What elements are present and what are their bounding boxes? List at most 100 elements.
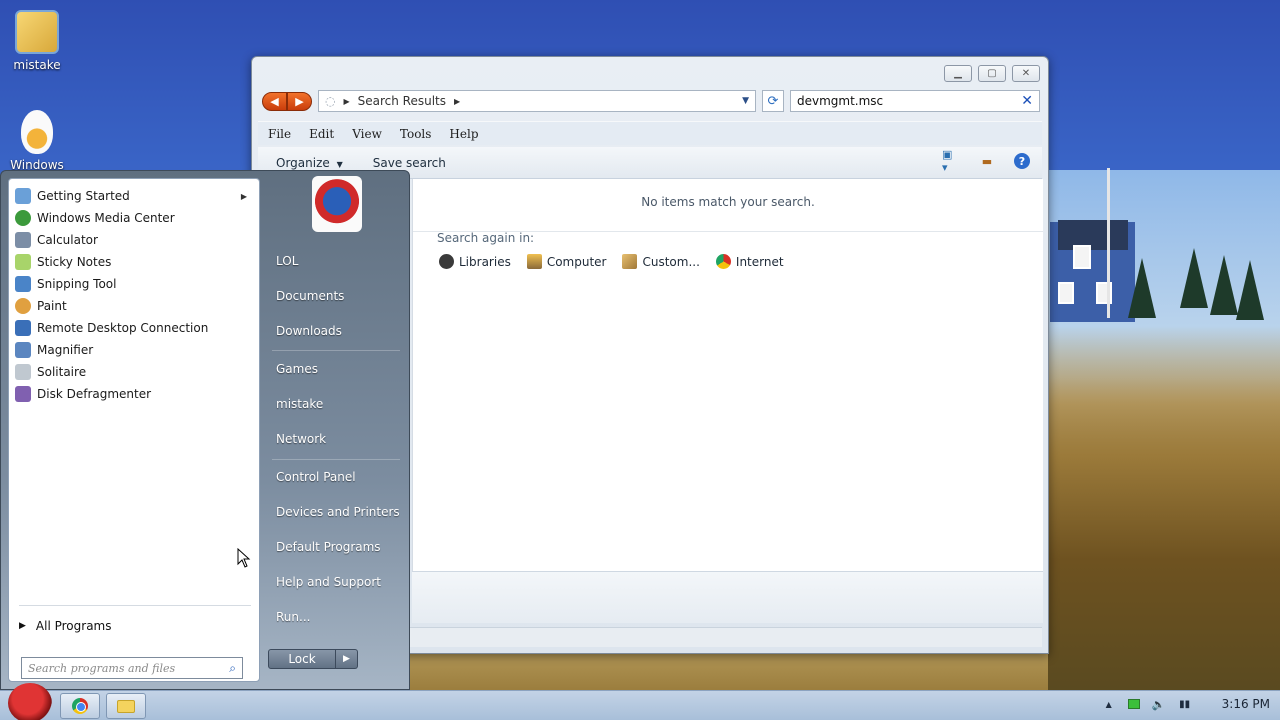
computer-icon [526,254,542,269]
desktop-icon-windows[interactable]: Windows [2,110,72,172]
media-center-icon [15,210,31,226]
toolbar-right: ▣ ▾ ▬ ? [942,148,1030,174]
egg-icon [21,110,53,154]
program-label: Paint [37,299,67,313]
program-disk-defragmenter[interactable]: Disk Defragmenter [11,383,257,405]
close-button[interactable]: ✕ [1012,65,1040,82]
start-link-devices-printers[interactable]: Devices and Printers [276,505,400,519]
change-view-icon[interactable]: ▣ ▾ [942,148,960,174]
menu-tools[interactable]: Tools [400,127,440,141]
preview-pane-icon[interactable]: ▬ [978,153,996,169]
taskbar: ▲ 🔈 ▮▮ 3:16 PM [0,683,1280,720]
search-icon[interactable]: ⌕ [229,661,236,676]
search-again-computer[interactable]: Computer [526,254,606,269]
start-link-default-programs[interactable]: Default Programs [276,540,381,554]
folder-icon [117,699,135,713]
minimize-button[interactable]: ▁ [944,65,972,82]
power-options-arrow-icon[interactable]: ▶ [336,649,358,669]
program-windows-media-center[interactable]: Windows Media Center [11,207,257,229]
organize-button[interactable]: Organize ▼ [276,156,343,170]
wallpaper-tree [1128,258,1156,318]
address-dropdown-icon[interactable]: ▼ [742,96,749,106]
user-folder-icon [15,10,59,54]
wallpaper-window [1073,245,1091,269]
show-hidden-icons-icon[interactable]: ▲ [1102,697,1116,711]
libraries-icon [439,254,454,269]
address-bar[interactable]: ◌ ▶ Search Results ▶ ▼ [318,90,756,112]
refresh-button[interactable]: ⟳ [762,90,784,112]
magnifier-icon [15,342,31,358]
search-again-internet[interactable]: Internet [715,254,784,269]
start-search-input[interactable]: Search programs and files ⌕ [21,657,243,679]
search-again-label: Custom... [642,254,700,269]
program-snipping-tool[interactable]: Snipping Tool [11,273,257,295]
breadcrumb-search-results[interactable]: Search Results [358,94,446,108]
program-label: Remote Desktop Connection [37,321,209,335]
start-link-downloads[interactable]: Downloads [276,324,342,338]
forward-button[interactable]: ▶ [287,91,312,111]
search-spinner-icon: ◌ [325,94,336,108]
organize-label: Organize [276,155,330,170]
start-link-games[interactable]: Games [276,362,318,376]
menu-bar: File Edit View Tools Help [258,121,1042,145]
start-button[interactable] [8,683,52,720]
menu-file[interactable]: File [268,127,299,141]
nav-arrows: ◀ ▶ [262,91,312,111]
start-link-help-support[interactable]: Help and Support [276,575,381,589]
program-label: Windows Media Center [37,211,175,225]
program-remote-desktop[interactable]: Remote Desktop Connection [11,317,257,339]
program-getting-started[interactable]: Getting Started ▶ [11,185,257,207]
program-label: Getting Started [37,189,130,203]
menu-view[interactable]: View [352,127,390,141]
divider [272,459,400,460]
search-again-libraries[interactable]: Libraries [439,254,511,269]
start-menu: Getting Started ▶ Windows Media Center C… [0,170,410,690]
taskbar-explorer-button[interactable] [106,693,146,719]
program-sticky-notes[interactable]: Sticky Notes [11,251,257,273]
program-magnifier[interactable]: Magnifier [11,339,257,361]
all-programs-button[interactable]: ▶ All Programs [19,619,112,633]
breadcrumb-arrow-icon[interactable]: ▶ [343,97,349,106]
battery-icon[interactable] [1127,699,1140,709]
calculator-icon [15,232,31,248]
start-link-control-panel[interactable]: Control Panel [276,470,356,484]
start-link-mistake[interactable]: mistake [276,397,323,411]
program-calculator[interactable]: Calculator [11,229,257,251]
start-menu-right-pane: LOL Documents Downloads Games mistake Ne… [262,170,410,690]
clock[interactable]: 3:16 PM [1222,697,1270,711]
help-icon[interactable]: ? [1014,153,1030,169]
program-solitaire[interactable]: Solitaire [11,361,257,383]
wallpaper-tree [1180,248,1208,308]
taskbar-chrome-button[interactable] [60,693,100,719]
network-icon[interactable]: ▮▮ [1178,697,1192,711]
search-again-custom[interactable]: Custom... [622,254,700,269]
user-picture[interactable] [312,176,362,232]
lock-button[interactable]: Lock [268,649,336,669]
start-link-run[interactable]: Run... [276,610,310,624]
program-paint[interactable]: Paint [11,295,257,317]
start-link-lol[interactable]: LOL [276,254,298,268]
search-value[interactable]: devmgmt.msc [797,94,1021,108]
power-button-group: Lock ▶ [268,649,358,669]
save-search-button[interactable]: Save search [373,156,446,170]
volume-icon[interactable]: 🔈 [1152,697,1166,711]
program-label: Magnifier [37,343,94,357]
menu-edit[interactable]: Edit [309,127,342,141]
sticky-notes-icon [15,254,31,270]
details-pane [412,571,1043,623]
search-input[interactable]: devmgmt.msc ✕ [790,90,1040,112]
clear-search-icon[interactable]: ✕ [1021,93,1033,109]
desktop-icon-mistake[interactable]: mistake [2,10,72,72]
custom-icon [622,254,638,269]
menu-help[interactable]: Help [449,127,486,141]
maximize-button[interactable]: ▢ [978,65,1006,82]
divider [19,605,251,606]
wallpaper-window [1058,282,1074,304]
internet-icon [715,254,731,269]
start-link-network[interactable]: Network [276,432,326,446]
wallpaper-flagpole [1107,168,1110,318]
chrome-icon [72,698,88,714]
back-button[interactable]: ◀ [262,91,287,111]
breadcrumb-arrow-icon[interactable]: ▶ [454,97,460,106]
start-link-documents[interactable]: Documents [276,289,344,303]
